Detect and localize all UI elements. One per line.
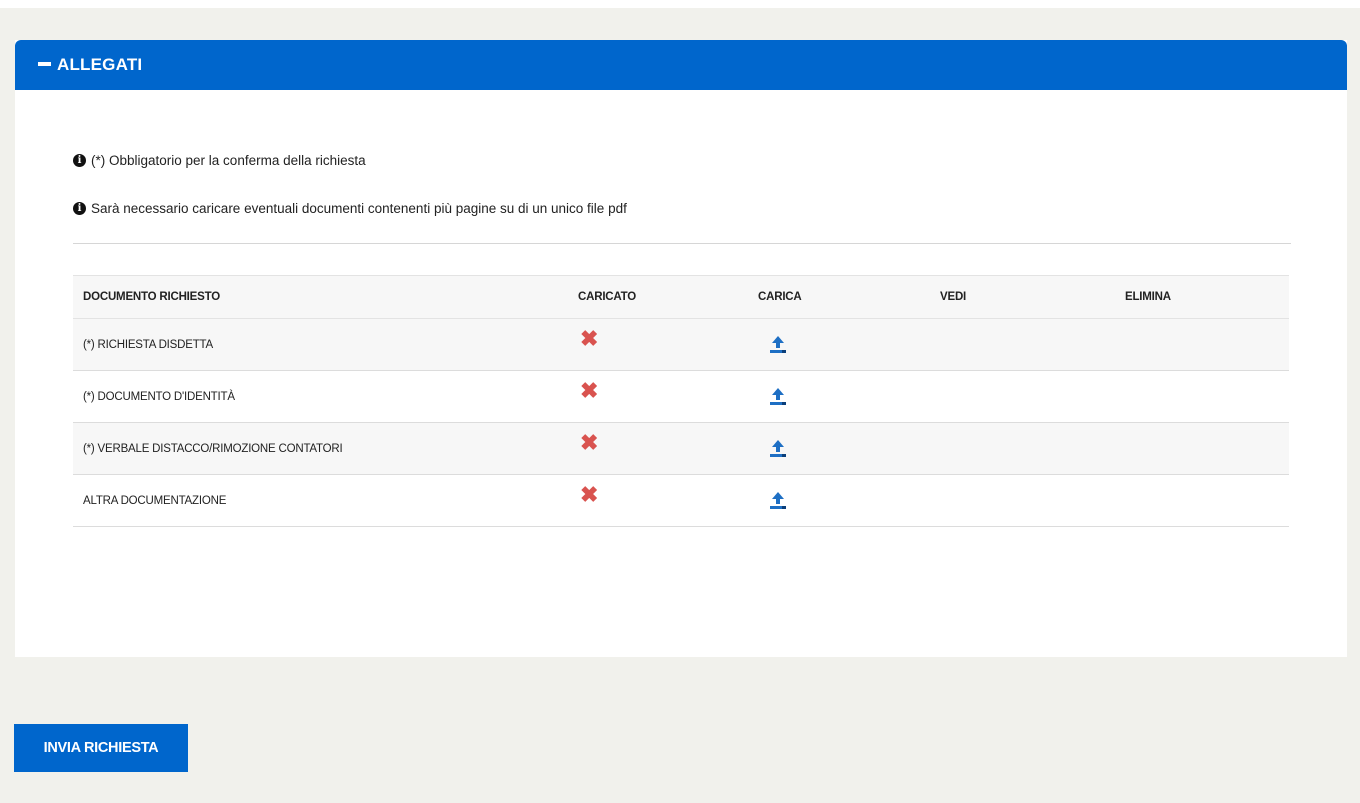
table-header-row: DOCUMENTO RICHIESTO CARICATO CARICA VEDI…	[73, 275, 1289, 319]
divider	[73, 243, 1291, 244]
x-mark-icon: ✖	[580, 377, 599, 403]
attachments-panel: ALLEGATI i (*) Obbligatorio per la confe…	[15, 40, 1347, 657]
header-view: VEDI	[930, 275, 1115, 319]
note-single-pdf: i Sarà necessario caricare eventuali doc…	[73, 198, 1289, 218]
upload-icon[interactable]	[768, 387, 788, 410]
header-document: DOCUMENTO RICHIESTO	[73, 275, 568, 319]
document-name: (*) RICHIESTA DISDETTA	[73, 318, 568, 371]
header-upload: CARICA	[748, 275, 930, 319]
panel-body: i (*) Obbligatorio per la conferma della…	[15, 90, 1347, 527]
document-name: (*) DOCUMENTO D'IDENTITÀ	[73, 370, 568, 423]
x-mark-icon: ✖	[580, 481, 599, 507]
uploaded-status: ✖	[568, 318, 748, 371]
delete-cell	[1115, 318, 1289, 371]
table-row: (*) VERBALE DISTACCO/RIMOZIONE CONTATORI…	[73, 422, 1289, 475]
upload-icon[interactable]	[768, 335, 788, 358]
table-row: (*) RICHIESTA DISDETTA ✖	[73, 318, 1289, 371]
view-cell	[930, 474, 1115, 527]
header-delete: ELIMINA	[1115, 275, 1289, 319]
uploaded-status: ✖	[568, 370, 748, 423]
x-mark-icon: ✖	[580, 429, 599, 455]
x-mark-icon: ✖	[580, 325, 599, 351]
delete-cell	[1115, 370, 1289, 423]
upload-cell	[748, 318, 930, 371]
header-uploaded: CARICATO	[568, 275, 748, 319]
panel-title: ALLEGATI	[57, 55, 143, 74]
upload-cell	[748, 474, 930, 527]
upload-icon[interactable]	[768, 439, 788, 462]
upload-cell	[748, 422, 930, 475]
upload-cell	[748, 370, 930, 423]
table-row: ALTRA DOCUMENTAZIONE ✖	[73, 474, 1289, 527]
uploaded-status: ✖	[568, 474, 748, 527]
send-request-button[interactable]: INVIA RICHIESTA	[14, 724, 188, 772]
delete-cell	[1115, 422, 1289, 475]
table-row: (*) DOCUMENTO D'IDENTITÀ ✖	[73, 370, 1289, 423]
minus-icon[interactable]	[38, 62, 51, 66]
view-cell	[930, 318, 1115, 371]
top-strip	[0, 0, 1360, 8]
document-name: (*) VERBALE DISTACCO/RIMOZIONE CONTATORI	[73, 422, 568, 475]
attachments-panel-header[interactable]: ALLEGATI	[15, 40, 1347, 90]
uploaded-status: ✖	[568, 422, 748, 475]
upload-icon[interactable]	[768, 491, 788, 514]
info-circle-icon: i	[73, 153, 86, 167]
info-circle-icon: i	[73, 201, 86, 215]
document-name: ALTRA DOCUMENTAZIONE	[73, 474, 568, 527]
documents-table: DOCUMENTO RICHIESTO CARICATO CARICA VEDI…	[73, 275, 1289, 527]
note-text: Sarà necessario caricare eventuali docum…	[91, 200, 627, 216]
delete-cell	[1115, 474, 1289, 527]
note-text: (*) Obbligatorio per la conferma della r…	[91, 152, 366, 168]
note-mandatory: i (*) Obbligatorio per la conferma della…	[73, 150, 1289, 170]
view-cell	[930, 422, 1115, 475]
view-cell	[930, 370, 1115, 423]
